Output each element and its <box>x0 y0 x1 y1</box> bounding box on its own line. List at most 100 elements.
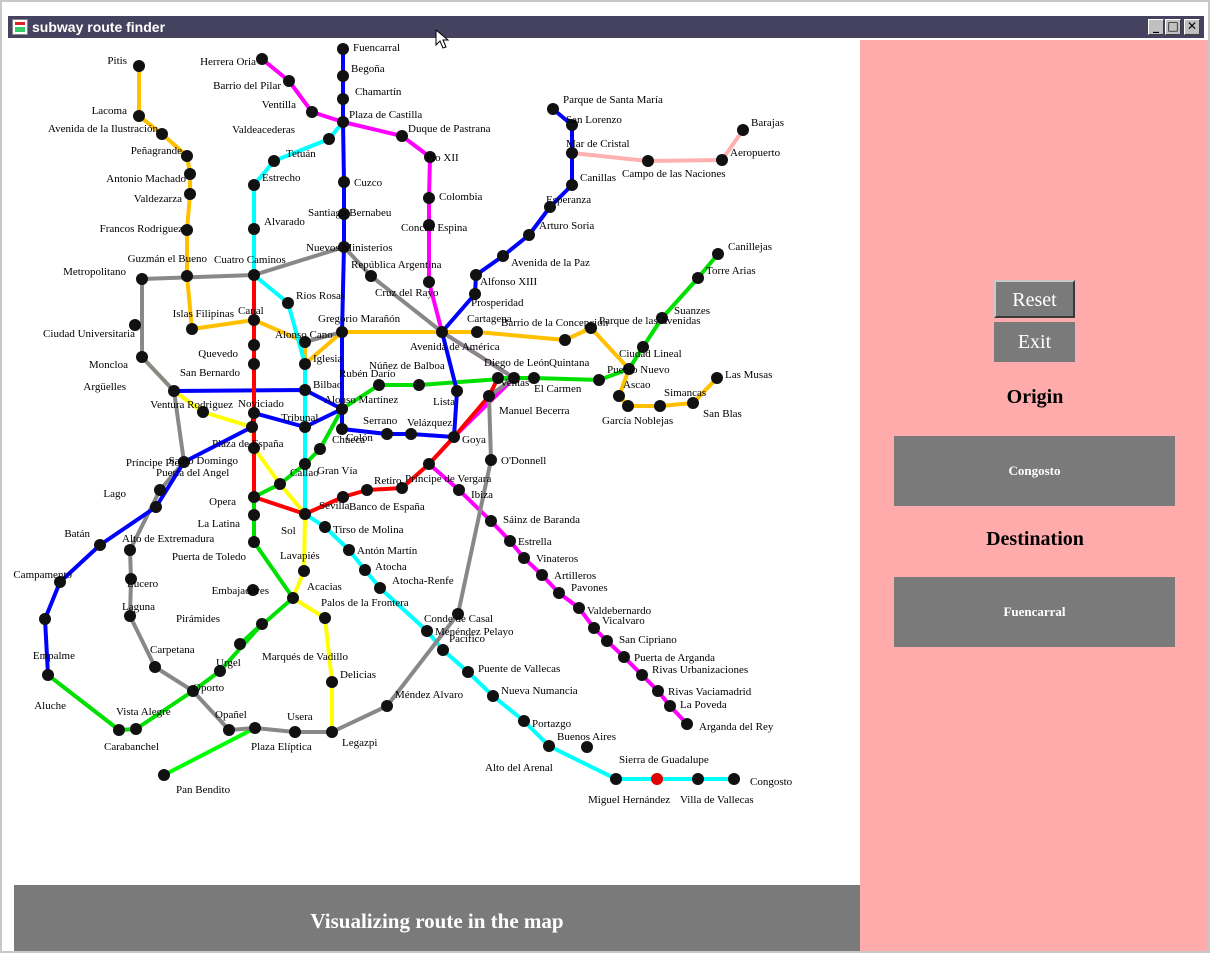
station-dot[interactable] <box>423 192 435 204</box>
station-dot[interactable] <box>681 718 693 730</box>
station-dot[interactable] <box>248 358 260 370</box>
station-dot[interactable] <box>319 612 331 624</box>
station-dot[interactable] <box>373 379 385 391</box>
station-dot[interactable] <box>728 773 740 785</box>
station-dot[interactable] <box>485 454 497 466</box>
station-dot[interactable] <box>323 133 335 145</box>
station-dot[interactable] <box>136 273 148 285</box>
station-dot[interactable] <box>487 690 499 702</box>
station-dot[interactable] <box>283 75 295 87</box>
station-dot[interactable] <box>246 421 258 433</box>
station-dot[interactable] <box>692 272 704 284</box>
station-dot[interactable] <box>361 484 373 496</box>
station-dot[interactable] <box>184 188 196 200</box>
title-bar[interactable]: subway route finder _ □ ✕ <box>8 16 1204 38</box>
station-dot[interactable] <box>181 270 193 282</box>
station-dot[interactable] <box>298 565 310 577</box>
station-dot[interactable] <box>94 539 106 551</box>
station-dot[interactable] <box>523 229 535 241</box>
destination-field[interactable]: Fuencarral <box>894 577 1175 647</box>
station-dot[interactable] <box>319 521 331 533</box>
station-dot[interactable] <box>396 130 408 142</box>
station-dot[interactable] <box>337 93 349 105</box>
station-dot[interactable] <box>248 536 260 548</box>
station-dot[interactable] <box>124 544 136 556</box>
station-dot[interactable] <box>536 569 548 581</box>
station-dot[interactable] <box>150 501 162 513</box>
station-dot[interactable] <box>737 124 749 136</box>
station-dot[interactable] <box>453 484 465 496</box>
station-dot[interactable] <box>610 773 622 785</box>
station-dot[interactable] <box>338 176 350 188</box>
station-dot[interactable] <box>618 651 630 663</box>
station-dot[interactable] <box>712 248 724 260</box>
station-dot[interactable] <box>462 666 474 678</box>
maximize-button[interactable]: □ <box>1165 19 1181 35</box>
station-dot[interactable] <box>248 491 260 503</box>
station-dot[interactable] <box>448 431 460 443</box>
station-dot[interactable] <box>337 43 349 55</box>
station-dot[interactable] <box>359 564 371 576</box>
station-dot[interactable] <box>436 326 448 338</box>
station-dot[interactable] <box>711 372 723 384</box>
station-dot[interactable] <box>287 592 299 604</box>
station-dot[interactable] <box>573 602 585 614</box>
station-dot[interactable] <box>566 179 578 191</box>
station-dot[interactable] <box>223 724 235 736</box>
station-dot[interactable] <box>181 150 193 162</box>
origin-field[interactable]: Congosto <box>894 436 1175 506</box>
station-dot[interactable] <box>299 358 311 370</box>
station-dot[interactable] <box>485 515 497 527</box>
station-dot[interactable] <box>326 676 338 688</box>
station-dot[interactable] <box>471 326 483 338</box>
station-dot[interactable] <box>518 552 530 564</box>
station-dot[interactable] <box>421 625 433 637</box>
station-dot[interactable] <box>256 53 268 65</box>
subway-map[interactable]: Pitis Lacoma Avenida de la Ilustración Peña… <box>10 40 860 885</box>
station-dot[interactable] <box>553 587 565 599</box>
station-dot[interactable] <box>248 269 260 281</box>
station-dot[interactable] <box>588 622 600 634</box>
station-dot[interactable] <box>405 428 417 440</box>
station-dot[interactable] <box>413 379 425 391</box>
station-dot[interactable] <box>248 509 260 521</box>
station-dot[interactable] <box>543 740 555 752</box>
station-dot[interactable] <box>518 715 530 727</box>
station-dot[interactable] <box>274 478 286 490</box>
station-dot[interactable] <box>593 374 605 386</box>
station-dot[interactable] <box>365 270 377 282</box>
station-dot[interactable] <box>133 60 145 72</box>
station-dot[interactable] <box>314 443 326 455</box>
reset-button[interactable]: Reset <box>994 280 1075 318</box>
station-dot[interactable] <box>326 726 338 738</box>
station-dot[interactable] <box>299 508 311 520</box>
station-dot[interactable] <box>381 700 393 712</box>
station-dot[interactable] <box>381 428 393 440</box>
station-dot[interactable] <box>483 390 495 402</box>
station-dot[interactable] <box>113 724 125 736</box>
station-dot[interactable] <box>547 103 559 115</box>
station-dot[interactable] <box>497 250 509 262</box>
station-dot[interactable] <box>248 223 260 235</box>
station-dot[interactable] <box>716 154 728 166</box>
station-dot[interactable] <box>343 544 355 556</box>
station-dot[interactable] <box>168 385 180 397</box>
station-dot[interactable] <box>154 484 166 496</box>
station-dot[interactable] <box>268 155 280 167</box>
station-dot[interactable] <box>158 769 170 781</box>
station-dot[interactable] <box>559 334 571 346</box>
station-dot[interactable] <box>256 618 268 630</box>
station-dot[interactable] <box>39 613 51 625</box>
station-dot[interactable] <box>642 155 654 167</box>
station-dot[interactable] <box>613 390 625 402</box>
station-dot[interactable] <box>654 400 666 412</box>
station-dot[interactable] <box>130 723 142 735</box>
station-dot[interactable] <box>622 400 634 412</box>
station-dot[interactable] <box>437 644 449 656</box>
station-dot[interactable] <box>289 726 301 738</box>
station-dot[interactable] <box>504 535 516 547</box>
station-dot[interactable] <box>234 638 246 650</box>
station-dot[interactable] <box>248 339 260 351</box>
station-dot[interactable] <box>652 685 664 697</box>
station-dot[interactable] <box>692 773 704 785</box>
